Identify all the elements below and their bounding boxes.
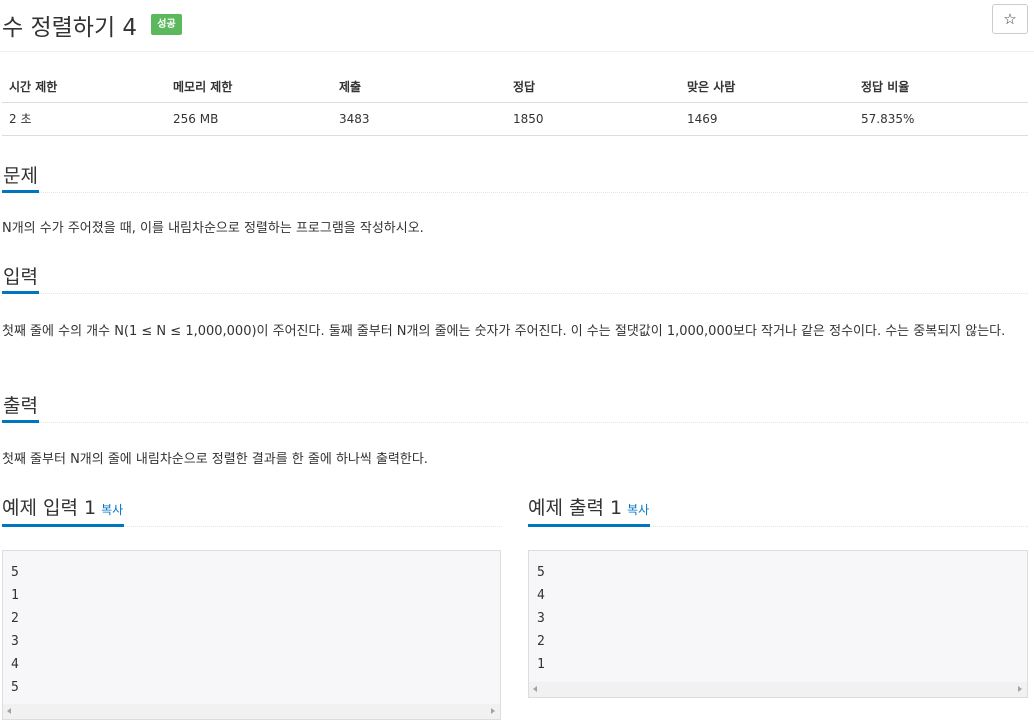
value-memory-limit: 256 MB [166, 102, 332, 136]
value-submissions[interactable]: 3483 [332, 102, 506, 136]
scroll-right-arrow-icon[interactable] [1018, 686, 1022, 692]
sample-output-lines: 5 4 3 2 1 [537, 561, 545, 676]
output-section-header: 출력 [2, 393, 1028, 423]
sample-output-title: 예제 출력 1 [528, 497, 623, 519]
sample-output-line: 3 [537, 611, 545, 626]
value-solvers[interactable]: 1469 [680, 102, 854, 136]
header-ratio: 정답 비율 [854, 71, 1028, 103]
sample-output-heading: 예제 출력 1 복사 [528, 493, 651, 527]
header-solvers: 맞은 사람 [680, 71, 854, 103]
header-submissions: 제출 [332, 71, 506, 103]
scroll-right-arrow-icon[interactable] [491, 708, 495, 714]
value-ratio: 57.835% [854, 102, 1028, 136]
sample-input-line: 2 [11, 611, 19, 626]
input-heading: 입력 [2, 264, 39, 294]
status-badge: 성공 [151, 14, 182, 35]
sample-input-header: 예제 입력 1 복사 [2, 493, 502, 527]
sample-output-line: 5 [537, 565, 545, 580]
scroll-left-arrow-icon[interactable] [533, 686, 537, 692]
scroll-left-arrow-icon[interactable] [7, 708, 11, 714]
header-memory-limit: 메모리 제한 [166, 71, 332, 103]
description-text: N개의 수가 주어졌을 때, 이를 내림차순으로 정렬하는 프로그램을 작성하시… [2, 221, 424, 236]
description-heading: 문제 [2, 163, 39, 193]
description-section-header: 문제 [2, 163, 1028, 193]
header-time-limit: 시간 제한 [2, 71, 166, 103]
star-icon[interactable]: ☆ [992, 4, 1028, 34]
sample-output-line: 2 [537, 634, 545, 649]
horizontal-scrollbar[interactable] [529, 682, 1027, 697]
input-text: 첫째 줄에 수의 개수 N(1 ≤ N ≤ 1,000,000)이 주어진다. … [2, 324, 1006, 339]
sample-output-line: 4 [537, 588, 545, 603]
horizontal-scrollbar[interactable] [3, 704, 500, 719]
header-accepted: 정답 [506, 71, 680, 103]
sample-output-line: 1 [537, 657, 545, 672]
sample-input-line: 5 [11, 565, 19, 580]
copy-sample-output-button[interactable]: 복사 [627, 503, 649, 517]
sample-output-box[interactable]: 5 4 3 2 1 [528, 550, 1028, 698]
copy-sample-input-button[interactable]: 복사 [101, 503, 123, 517]
sample-input-box[interactable]: 5 1 2 3 4 5 [2, 550, 501, 720]
value-time-limit: 2 초 [2, 102, 166, 136]
input-section-header: 입력 [2, 264, 1028, 294]
output-heading: 출력 [2, 393, 39, 423]
page-title: 수 정렬하기 4 [2, 15, 138, 41]
sample-input-line: 3 [11, 634, 19, 649]
value-accepted[interactable]: 1850 [506, 102, 680, 136]
problem-info-table: 시간 제한 메모리 제한 제출 정답 맞은 사람 정답 비율 2 초 256 M… [2, 71, 1028, 136]
problem-title-row: 수 정렬하기 4 성공 ☆ [0, 0, 1034, 52]
output-text: 첫째 줄부터 N개의 줄에 내림차순으로 정렬한 결과를 한 줄에 하나씩 출력… [2, 452, 428, 467]
sample-input-line: 1 [11, 588, 19, 603]
sample-input-line: 4 [11, 657, 19, 672]
sample-input-heading: 예제 입력 1 복사 [2, 493, 125, 527]
table-header-row: 시간 제한 메모리 제한 제출 정답 맞은 사람 정답 비율 [2, 71, 1028, 103]
sample-input-line: 5 [11, 680, 19, 695]
table-row: 2 초 256 MB 3483 1850 1469 57.835% [2, 102, 1028, 136]
sample-output-header: 예제 출력 1 복사 [528, 493, 1028, 527]
sample-input-title: 예제 입력 1 [2, 497, 97, 519]
sample-input-lines: 5 1 2 3 4 5 [11, 561, 19, 699]
